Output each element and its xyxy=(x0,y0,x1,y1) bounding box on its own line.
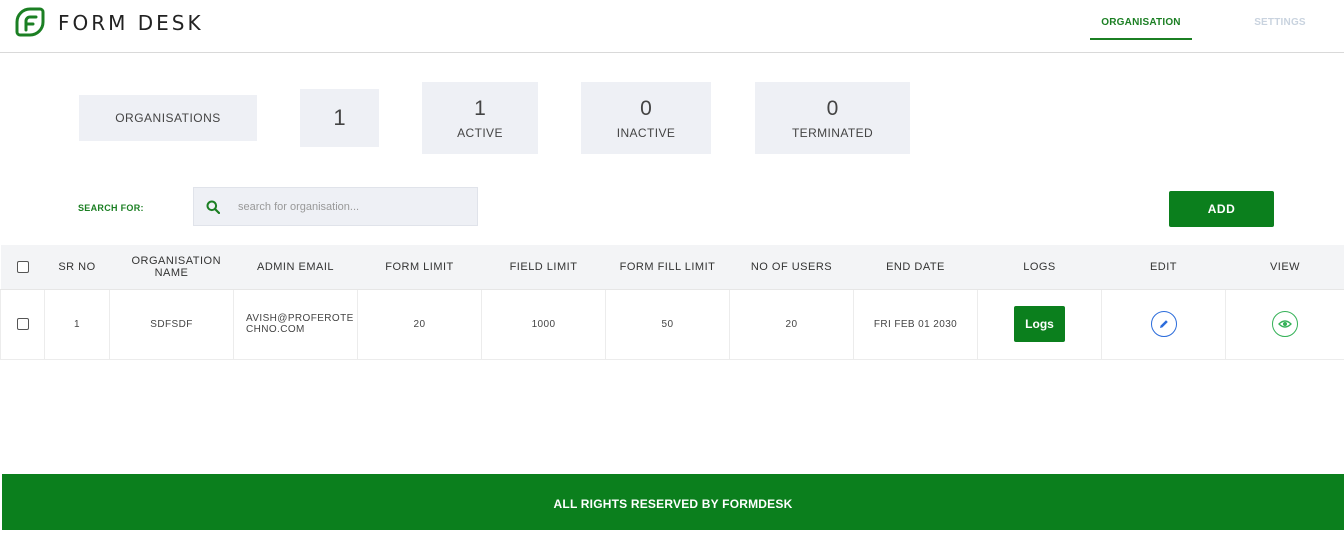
tab-organisation[interactable]: ORGANISATION xyxy=(1090,17,1192,40)
col-edit: EDIT xyxy=(1102,245,1226,289)
search-label: SEARCH FOR: xyxy=(78,203,144,213)
col-admin-email: ADMIN EMAIL xyxy=(234,245,358,289)
brand-name: FORM DESK xyxy=(58,11,204,35)
organisations-label: ORGANISATIONS xyxy=(79,95,257,141)
inactive-label: INACTIVE xyxy=(581,126,711,140)
active-stat-card: 1 ACTIVE xyxy=(422,82,538,154)
cell-view xyxy=(1226,289,1344,359)
active-label: ACTIVE xyxy=(422,126,538,140)
select-all-checkbox[interactable] xyxy=(17,261,29,273)
total-count-card: 1 xyxy=(300,89,379,147)
eye-icon xyxy=(1278,319,1292,329)
col-view: VIEW xyxy=(1226,245,1344,289)
cell-no-of-users: 20 xyxy=(730,289,854,359)
edit-button[interactable] xyxy=(1151,311,1177,337)
inactive-stat-card: 0 INACTIVE xyxy=(581,82,711,154)
top-header: FORM DESK ORGANISATION SETTINGS xyxy=(0,0,1344,53)
table-row: 1 SDFSDF AVISH@PROFEROTECHNO.COM 20 1000… xyxy=(1,289,1344,359)
cell-admin-email: AVISH@PROFEROTECHNO.COM xyxy=(234,289,358,359)
search-input[interactable] xyxy=(238,188,468,225)
organisations-table: SR NO ORGANISATION NAME ADMIN EMAIL FORM… xyxy=(0,245,1344,360)
total-count: 1 xyxy=(300,89,379,147)
formdesk-logo-icon[interactable] xyxy=(14,6,46,38)
terminated-count: 0 xyxy=(755,96,910,122)
inactive-count: 0 xyxy=(581,96,711,122)
cell-form-fill-limit: 50 xyxy=(606,289,730,359)
logs-button[interactable]: Logs xyxy=(1014,306,1065,342)
row-select-cell xyxy=(1,289,45,359)
search-box xyxy=(193,187,478,226)
search-icon[interactable] xyxy=(206,200,220,214)
organisations-label-card: ORGANISATIONS xyxy=(79,95,257,141)
col-field-limit: FIELD LIMIT xyxy=(482,245,606,289)
col-sr-no: SR NO xyxy=(45,245,110,289)
col-organisation-name: ORGANISATION NAME xyxy=(110,245,234,289)
cell-field-limit: 1000 xyxy=(482,289,606,359)
cell-edit xyxy=(1102,289,1226,359)
view-button[interactable] xyxy=(1272,311,1298,337)
terminated-label: TERMINATED xyxy=(755,126,910,140)
active-count: 1 xyxy=(422,96,538,122)
cell-sr-no: 1 xyxy=(45,289,110,359)
cell-form-limit: 20 xyxy=(358,289,482,359)
footer: ALL RIGHTS RESERVED BY FORMDESK xyxy=(2,474,1344,530)
col-form-limit: FORM LIMIT xyxy=(358,245,482,289)
col-no-of-users: NO OF USERS xyxy=(730,245,854,289)
tab-settings[interactable]: SETTINGS xyxy=(1240,17,1320,28)
terminated-stat-card: 0 TERMINATED xyxy=(755,82,910,154)
cell-organisation-name: SDFSDF xyxy=(110,289,234,359)
row-checkbox[interactable] xyxy=(17,318,29,330)
col-end-date: END DATE xyxy=(854,245,978,289)
col-logs: LOGS xyxy=(978,245,1102,289)
select-all-cell xyxy=(1,245,45,289)
col-form-fill-limit: FORM FILL LIMIT xyxy=(606,245,730,289)
add-button[interactable]: ADD xyxy=(1169,191,1274,227)
cell-logs: Logs xyxy=(978,289,1102,359)
cell-end-date: FRI FEB 01 2030 xyxy=(854,289,978,359)
pencil-icon xyxy=(1158,318,1170,330)
table-header-row: SR NO ORGANISATION NAME ADMIN EMAIL FORM… xyxy=(1,245,1344,289)
footer-text: ALL RIGHTS RESERVED BY FORMDESK xyxy=(2,474,1344,534)
